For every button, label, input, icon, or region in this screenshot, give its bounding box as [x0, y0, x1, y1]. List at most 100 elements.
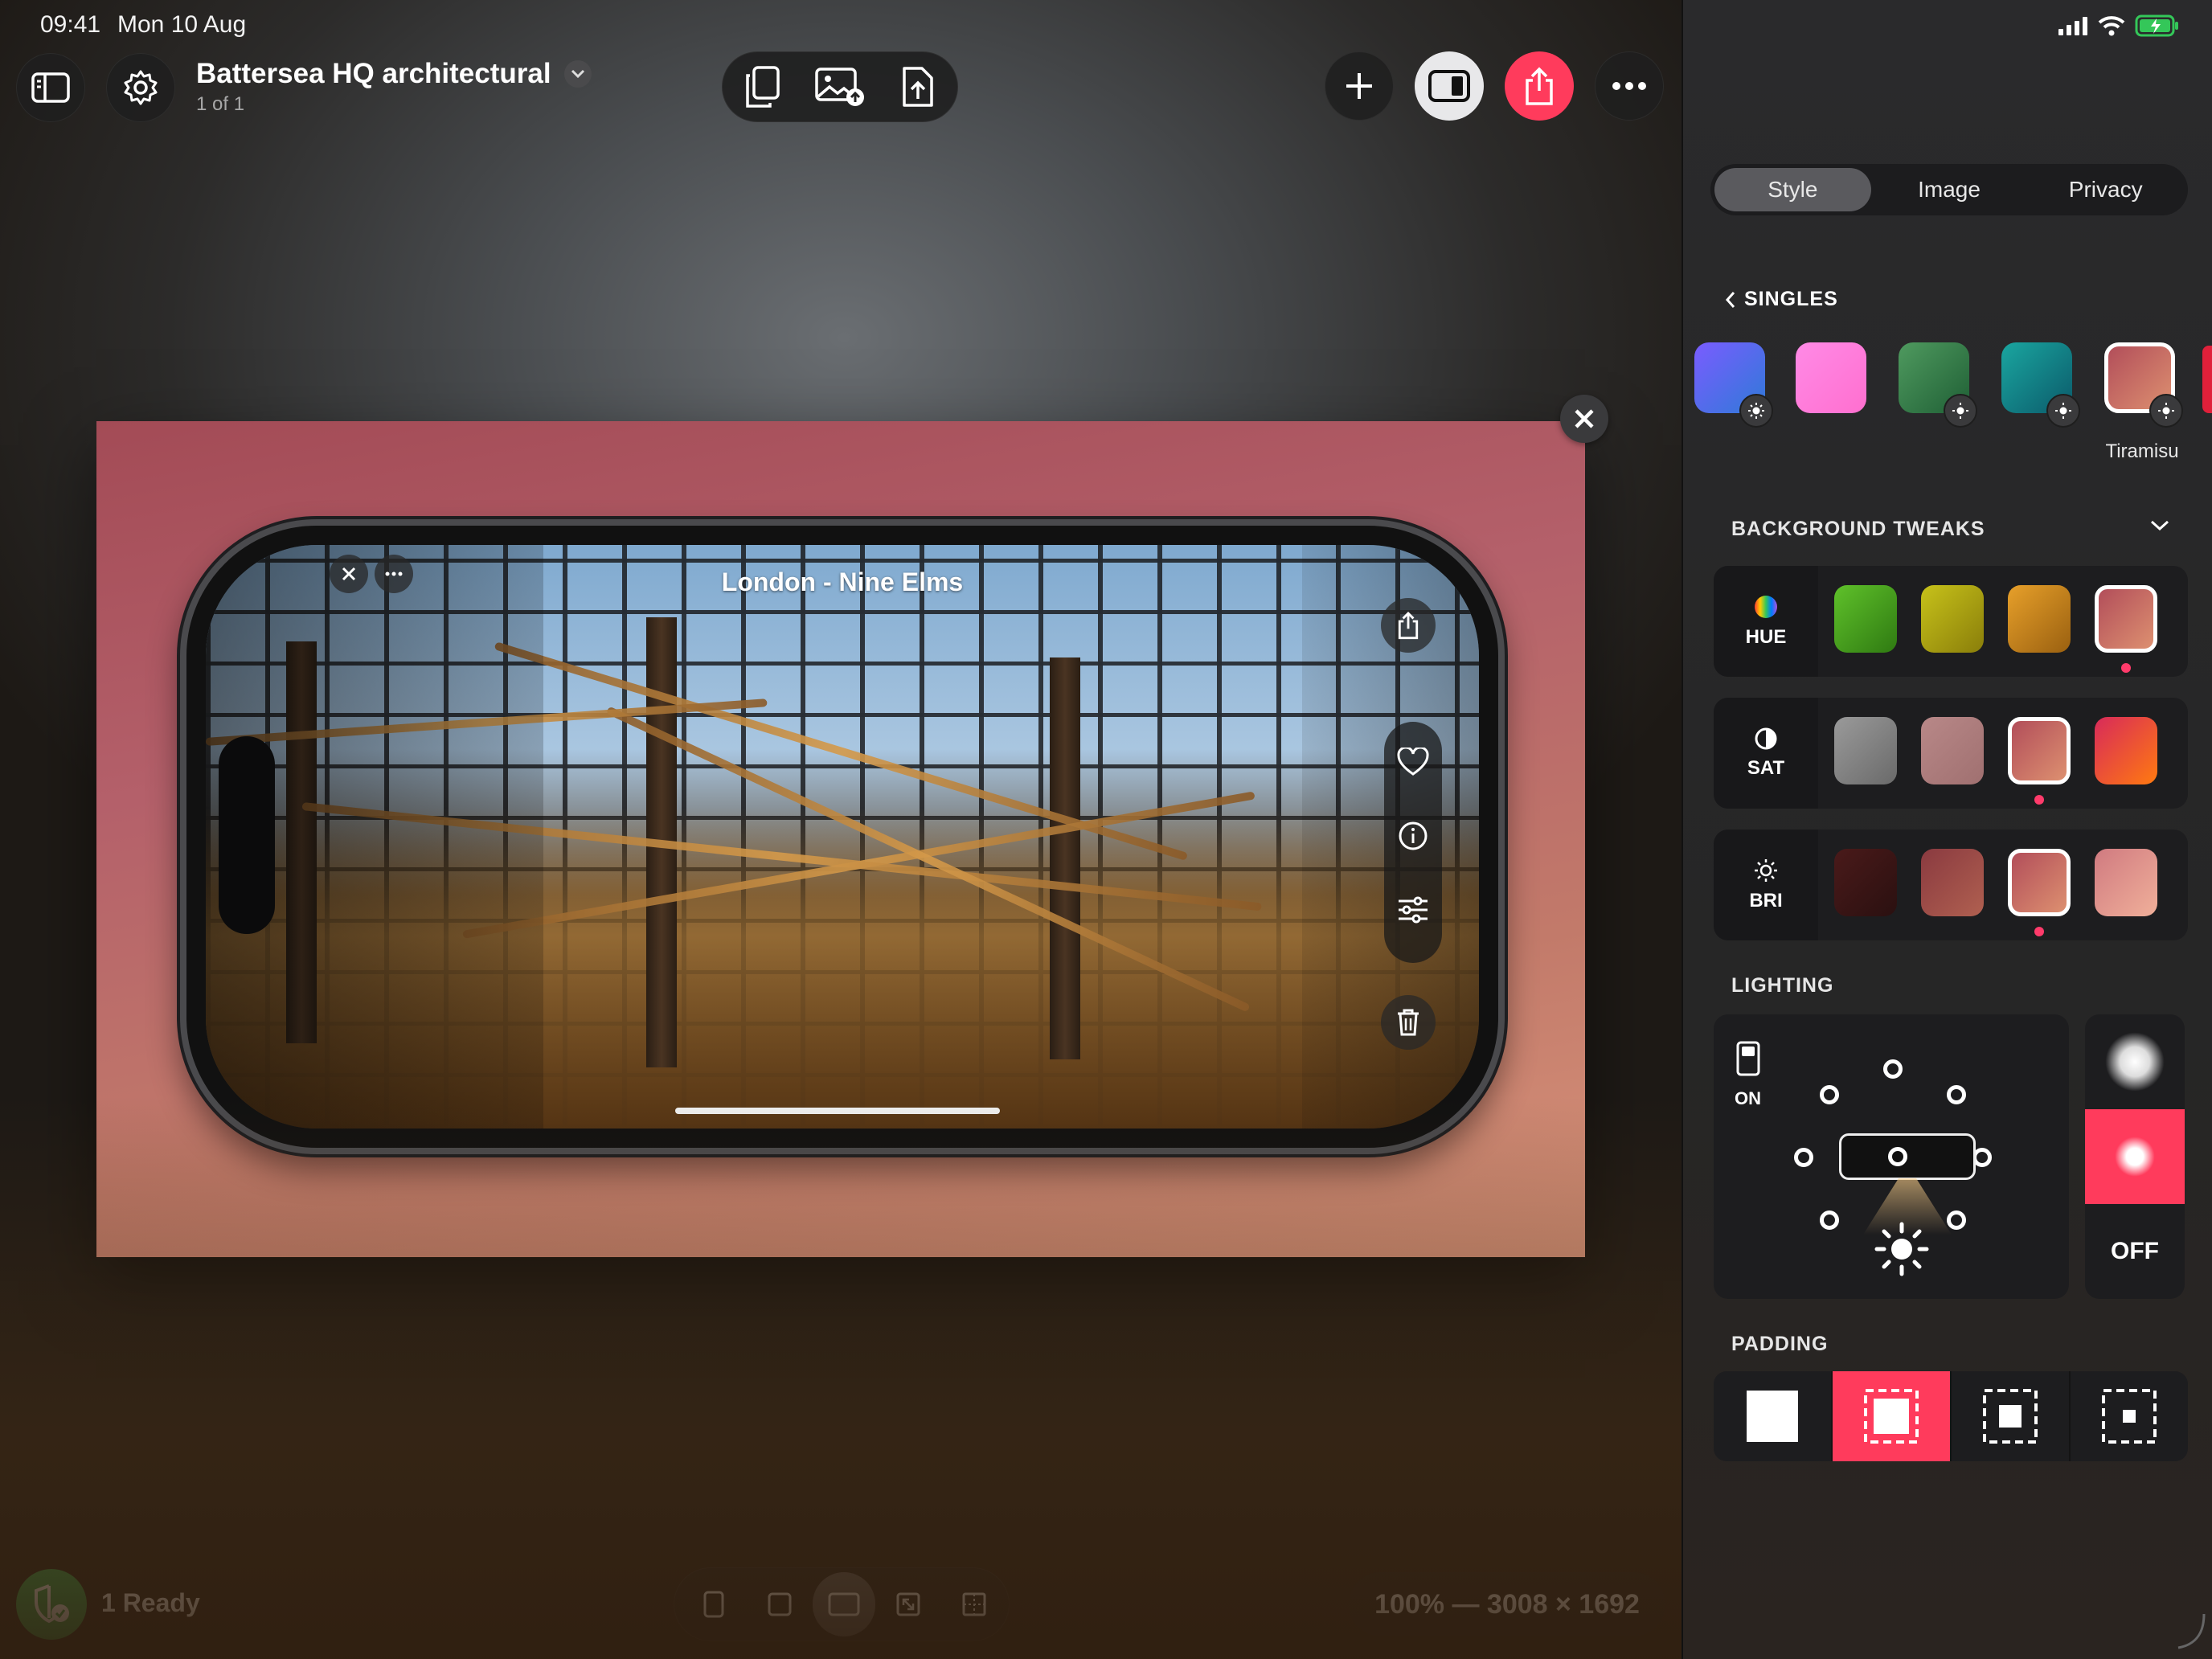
panel-tabs: Style Image Privacy: [1710, 164, 2188, 215]
padding-medium-button[interactable]: [1952, 1371, 2071, 1461]
phone-share-button: [1381, 598, 1436, 653]
zoom-dimensions-label[interactable]: 100% — 3008 × 1692: [1349, 1572, 1665, 1636]
light-position-top-right[interactable]: [1947, 1085, 1966, 1104]
light-soft-option[interactable]: [2085, 1014, 2185, 1109]
sun-icon[interactable]: [1874, 1222, 1929, 1276]
light-off-option[interactable]: OFF: [2085, 1204, 2185, 1299]
light-position-left[interactable]: [1794, 1148, 1813, 1167]
padding-none-button[interactable]: [1714, 1371, 1833, 1461]
battery-icon: [2135, 14, 2180, 37]
lighting-intensity-toggle: OFF: [2085, 1014, 2185, 1299]
light-position-top-left[interactable]: [1820, 1085, 1839, 1104]
bri-swatch-dark[interactable]: [1834, 849, 1897, 916]
aspect-portrait-button[interactable]: [681, 1572, 747, 1636]
singles-back-button[interactable]: SINGLES: [1725, 288, 1838, 311]
copy-icon: [743, 65, 780, 109]
single-swatch-pink[interactable]: [1796, 342, 1866, 413]
settings-button[interactable]: [106, 53, 175, 122]
aspect-landscape-button[interactable]: [813, 1572, 875, 1636]
more-button[interactable]: [1595, 51, 1664, 121]
share-icon: [1522, 66, 1556, 106]
aspect-crop-grid-button[interactable]: [941, 1572, 1007, 1636]
document-subtitle: 1 of 1: [196, 93, 245, 115]
single-swatch-partial: [2202, 346, 2212, 413]
hue-swatch-green[interactable]: [1834, 585, 1897, 653]
bri-swatch-mid[interactable]: [1921, 849, 1984, 916]
bri-swatch-selected[interactable]: [2008, 849, 2071, 916]
dynamic-island: [219, 736, 275, 934]
sun-icon: [2046, 394, 2080, 428]
status-date: Mon 10 Aug: [117, 11, 247, 38]
gear-icon: [121, 68, 160, 107]
sat-row: SAT: [1714, 698, 2188, 809]
add-button[interactable]: [1325, 51, 1394, 121]
hue-swatch-olive[interactable]: [1921, 585, 1984, 653]
export-file-icon: [901, 65, 935, 109]
tab-style[interactable]: Style: [1714, 168, 1871, 211]
bri-swatch-light[interactable]: [2095, 849, 2157, 916]
phone-delete-button: [1381, 995, 1436, 1050]
light-position-center[interactable]: [1888, 1147, 1907, 1166]
bri-label: BRI: [1749, 890, 1783, 911]
home-indicator: [675, 1108, 1000, 1114]
padding-small-button[interactable]: [1833, 1371, 1952, 1461]
layout-panel-icon: [1428, 69, 1471, 103]
phone-photo-title: London - Nine Elms: [721, 567, 964, 596]
phone-action-rail: [1384, 722, 1442, 963]
sat-selected-dot: [2034, 795, 2044, 805]
layout-panel-button[interactable]: [1415, 51, 1484, 121]
light-position-bottom-right[interactable]: [1947, 1210, 1966, 1230]
padding-label: PADDING: [1731, 1333, 1829, 1355]
tab-privacy[interactable]: Privacy: [2027, 168, 2184, 211]
sat-swatch-selected[interactable]: [2008, 717, 2071, 784]
export-file-button[interactable]: [882, 55, 954, 119]
padding-none-icon: [1746, 1390, 1799, 1443]
lighting-on-label: ON: [1735, 1088, 1761, 1108]
preview-background: London - Nine Elms: [96, 421, 1585, 1257]
document-title-group[interactable]: Battersea HQ architectural 1 of 1: [196, 58, 592, 116]
chevron-down-icon[interactable]: [563, 60, 592, 88]
sat-swatch-grey[interactable]: [1834, 717, 1897, 784]
crop-grid-icon: [961, 1591, 987, 1617]
style-panel: Style Image Privacy SINGLES Tiramisu BAC…: [1682, 0, 2212, 1659]
photo-column: [1050, 657, 1080, 1059]
bri-label-cell: BRI: [1714, 830, 1818, 940]
light-hard-option[interactable]: [2085, 1109, 2185, 1204]
share-button[interactable]: [1505, 51, 1574, 121]
glow-icon: [2105, 1032, 2165, 1092]
square-icon: [767, 1591, 793, 1617]
phone-mockup: London - Nine Elms: [180, 519, 1505, 1154]
bri-row: BRI: [1714, 830, 2188, 940]
chevron-down-icon[interactable]: [2149, 519, 2170, 532]
hue-swatch-selected[interactable]: [2095, 585, 2157, 653]
sat-label: SAT: [1747, 757, 1785, 779]
hue-icon: [1753, 594, 1779, 620]
padding-options: [1714, 1371, 2188, 1461]
padding-large-button[interactable]: [2071, 1371, 2188, 1461]
sat-swatch-vivid[interactable]: [2095, 717, 2157, 784]
sidebar-toggle-button[interactable]: [16, 53, 85, 122]
spot-icon: [2115, 1137, 2155, 1177]
light-position-bottom-left[interactable]: [1820, 1210, 1839, 1230]
switch-icon: [1735, 1040, 1761, 1077]
image-upload-button[interactable]: [804, 55, 876, 119]
lighting-direction-pad: ON: [1714, 1014, 2069, 1299]
tab-image[interactable]: Image: [1871, 168, 2028, 211]
aspect-square-button[interactable]: [747, 1572, 813, 1636]
selected-single-name: Tiramisu: [2105, 440, 2179, 462]
sun-icon: [1753, 858, 1779, 883]
sun-icon: [2149, 394, 2183, 428]
padding-large-icon: [2100, 1387, 2158, 1445]
signal-icon: [2058, 16, 2088, 35]
phone-screen: London - Nine Elms: [206, 545, 1479, 1129]
sun-icon: [1944, 394, 1977, 428]
copy-button[interactable]: [726, 55, 798, 119]
singles-label: SINGLES: [1744, 288, 1838, 310]
hue-swatch-amber[interactable]: [2008, 585, 2071, 653]
aspect-fit-button[interactable]: [875, 1572, 941, 1636]
sat-swatch-muted[interactable]: [1921, 717, 1984, 784]
light-position-top[interactable]: [1883, 1059, 1903, 1079]
lighting-on-toggle[interactable]: ON: [1735, 1040, 1761, 1109]
ready-status-button[interactable]: [16, 1569, 87, 1640]
close-preview-button[interactable]: [1560, 395, 1608, 443]
